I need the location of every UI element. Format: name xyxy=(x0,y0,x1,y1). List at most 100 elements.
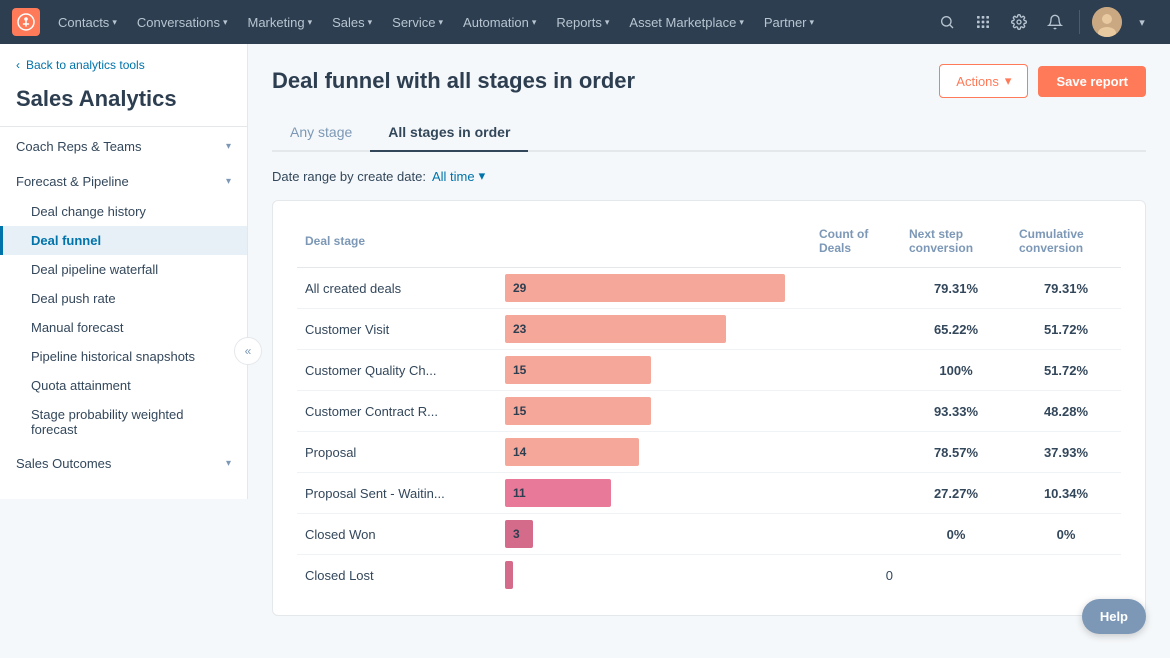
next-conversion-cell: 65.22% xyxy=(901,309,1011,350)
next-conversion-cell: 0% xyxy=(901,514,1011,555)
cumulative-conversion-cell: 51.72% xyxy=(1011,309,1121,350)
sidebar-item-pipeline-historical[interactable]: Pipeline historical snapshots xyxy=(0,342,247,371)
report-card: Deal stage Count of Deals Next step conv… xyxy=(272,200,1146,616)
sidebar-item-deal-change-history[interactable]: Deal change history xyxy=(0,197,247,226)
sidebar-wrapper: ‹ Back to analytics tools Sales Analytic… xyxy=(0,44,248,658)
sidebar-section-forecast[interactable]: Forecast & Pipeline ▾ xyxy=(0,162,247,197)
save-report-button[interactable]: Save report xyxy=(1038,66,1146,97)
stage-name-cell: Closed Lost xyxy=(297,555,497,596)
funnel-table: Deal stage Count of Deals Next step conv… xyxy=(297,221,1121,595)
nav-marketing[interactable]: Marketing ▾ xyxy=(239,9,320,36)
settings-button[interactable] xyxy=(1003,6,1035,38)
marketing-chevron-icon: ▾ xyxy=(308,17,313,28)
nav-asset-marketplace[interactable]: Asset Marketplace ▾ xyxy=(621,9,751,36)
forecast-chevron-icon: ▾ xyxy=(226,176,231,187)
date-filter-chevron-icon: ▾ xyxy=(479,168,486,184)
sidebar-item-stage-probability[interactable]: Stage probability weighted forecast xyxy=(0,400,247,444)
col-header-next-step: Next step conversion xyxy=(901,221,1011,268)
count-cell xyxy=(811,309,901,350)
table-row: Customer Contract R...15 93.33%48.28% xyxy=(297,391,1121,432)
stage-name-cell: Proposal xyxy=(297,432,497,473)
stage-name-cell: All created deals xyxy=(297,268,497,309)
reports-chevron-icon: ▾ xyxy=(605,17,610,28)
stage-name-cell: Customer Visit xyxy=(297,309,497,350)
count-cell xyxy=(811,432,901,473)
nav-sales[interactable]: Sales ▾ xyxy=(324,9,380,36)
next-conversion-cell: 78.57% xyxy=(901,432,1011,473)
automation-chevron-icon: ▾ xyxy=(532,17,537,28)
next-conversion-cell: 79.31% xyxy=(901,268,1011,309)
cumulative-conversion-cell: 79.31% xyxy=(1011,268,1121,309)
date-filter: Date range by create date: All time ▾ xyxy=(272,168,1146,184)
bar-cell xyxy=(497,555,811,596)
sidebar-item-deal-funnel[interactable]: Deal funnel xyxy=(0,226,247,255)
bar-cell: 14 xyxy=(497,432,811,473)
nav-divider xyxy=(1079,10,1080,34)
table-row: Customer Visit23 65.22%51.72% xyxy=(297,309,1121,350)
cumulative-conversion-cell: 0% xyxy=(1011,514,1121,555)
service-chevron-icon: ▾ xyxy=(439,17,444,28)
sidebar-item-deal-push-rate[interactable]: Deal push rate xyxy=(0,284,247,313)
bar-cell: 23 xyxy=(497,309,811,350)
nav-service[interactable]: Service ▾ xyxy=(384,9,451,36)
help-button[interactable]: Help xyxy=(1082,599,1146,634)
sidebar-section-sales-outcomes[interactable]: Sales Outcomes ▾ xyxy=(0,444,247,479)
next-conversion-cell: 100% xyxy=(901,350,1011,391)
sidebar-title: Sales Analytics xyxy=(0,82,247,127)
actions-button[interactable]: Actions ▾ xyxy=(939,64,1028,98)
hubspot-logo[interactable] xyxy=(12,8,40,36)
stage-name-cell: Customer Contract R... xyxy=(297,391,497,432)
nav-automation[interactable]: Automation ▾ xyxy=(455,9,544,36)
asset-marketplace-chevron-icon: ▾ xyxy=(739,17,744,28)
apps-button[interactable] xyxy=(967,6,999,38)
tab-any-stage[interactable]: Any stage xyxy=(272,114,370,152)
bar-cell: 29 xyxy=(497,268,811,309)
cumulative-conversion-cell: 51.72% xyxy=(1011,350,1121,391)
app-body: ‹ Back to analytics tools Sales Analytic… xyxy=(0,44,1170,658)
coach-chevron-icon: ▾ xyxy=(226,141,231,152)
next-conversion-cell: 93.33% xyxy=(901,391,1011,432)
table-row: Proposal14 78.57%37.93% xyxy=(297,432,1121,473)
sidebar-collapse-button[interactable]: « xyxy=(234,337,262,365)
bar-cell: 11 xyxy=(497,473,811,514)
main-content: Deal funnel with all stages in order Act… xyxy=(248,44,1170,658)
header-actions: Actions ▾ Save report xyxy=(939,64,1146,98)
next-conversion-cell xyxy=(901,555,1011,596)
bar-cell: 15 xyxy=(497,391,811,432)
bar-cell: 3 xyxy=(497,514,811,555)
cumulative-conversion-cell: 48.28% xyxy=(1011,391,1121,432)
notifications-button[interactable] xyxy=(1039,6,1071,38)
back-arrow-icon: ‹ xyxy=(16,58,20,72)
sidebar-item-quota-attainment[interactable]: Quota attainment xyxy=(0,371,247,400)
count-cell: 0 xyxy=(811,555,901,596)
sales-outcomes-chevron-icon: ▾ xyxy=(226,458,231,469)
user-avatar[interactable] xyxy=(1092,7,1122,37)
nav-partner[interactable]: Partner ▾ xyxy=(756,9,822,36)
nav-contacts[interactable]: Contacts ▾ xyxy=(50,9,125,36)
search-button[interactable] xyxy=(931,6,963,38)
stage-name-cell: Closed Won xyxy=(297,514,497,555)
nav-reports[interactable]: Reports ▾ xyxy=(548,9,617,36)
count-cell xyxy=(811,391,901,432)
actions-chevron-icon: ▾ xyxy=(1005,73,1012,89)
date-filter-link[interactable]: All time ▾ xyxy=(432,168,485,184)
table-row: Closed Lost 0 xyxy=(297,555,1121,596)
tabs-container: Any stage All stages in order xyxy=(272,114,1146,152)
nav-expand-icon[interactable]: ▾ xyxy=(1126,6,1158,38)
col-header-deal-stage: Deal stage xyxy=(297,221,497,268)
count-cell xyxy=(811,268,901,309)
tab-all-stages-in-order[interactable]: All stages in order xyxy=(370,114,528,152)
sidebar-section-coach[interactable]: Coach Reps & Teams ▾ xyxy=(0,127,247,162)
sidebar-item-manual-forecast[interactable]: Manual forecast xyxy=(0,313,247,342)
sales-chevron-icon: ▾ xyxy=(368,17,373,28)
nav-conversations[interactable]: Conversations ▾ xyxy=(129,9,236,36)
next-conversion-cell: 27.27% xyxy=(901,473,1011,514)
contacts-chevron-icon: ▾ xyxy=(112,17,117,28)
cumulative-conversion-cell: 37.93% xyxy=(1011,432,1121,473)
page-title: Deal funnel with all stages in order xyxy=(272,68,635,94)
back-to-analytics-link[interactable]: ‹ Back to analytics tools xyxy=(0,44,247,82)
sidebar-item-deal-pipeline-waterfall[interactable]: Deal pipeline waterfall xyxy=(0,255,247,284)
stage-name-cell: Proposal Sent - Waitin... xyxy=(297,473,497,514)
conversations-chevron-icon: ▾ xyxy=(223,17,228,28)
table-row: Closed Won3 0%0% xyxy=(297,514,1121,555)
